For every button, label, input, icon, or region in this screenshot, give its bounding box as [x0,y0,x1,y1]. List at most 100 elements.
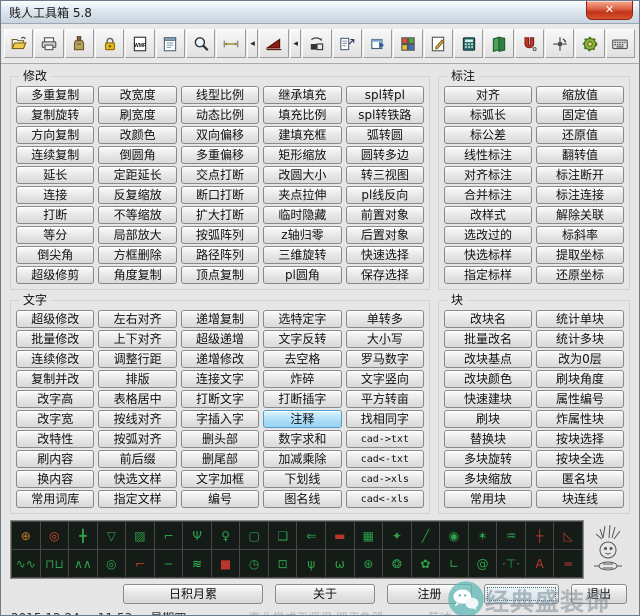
modify-col3-button-7[interactable]: 扩大打断 [180,206,260,224]
text-col5-button-9[interactable]: cad->xls [345,470,425,488]
linetype-cell-r2-13[interactable]: ⊛ [354,550,383,577]
linetype-cell-r2-11[interactable]: ψ [297,550,326,577]
modify-col4-button-4[interactable]: 矩形缩放 [263,146,342,164]
linetype-cell-r2-10[interactable]: ⊡ [268,550,297,577]
block-col1-button-6[interactable]: 刷块 [444,410,532,428]
modify-col4-button-5[interactable]: 改圆大小 [263,166,342,184]
dimension-col2-button-6[interactable]: 标注连接 [536,186,624,204]
notes-button[interactable] [155,29,185,58]
block-col1-button-1[interactable]: 改块名 [444,310,532,328]
modify-col2-button-5[interactable]: 定距延长 [98,166,177,184]
block-col2-button-5[interactable]: 属性编号 [536,390,624,408]
text-col4-button-2[interactable]: 文字反转 [263,330,342,348]
dimension-col1-button-3[interactable]: 标公差 [444,126,532,144]
ucs-rotate-button[interactable] [545,29,575,58]
dimension-col2-button-2[interactable]: 固定值 [536,106,624,124]
linetype-cell-r1-9[interactable]: ▢ [240,522,268,549]
dimension-col1-button-6[interactable]: 合并标注 [444,186,532,204]
text-col1-button-5[interactable]: 改字高 [16,390,95,408]
linetype-cell-r1-15[interactable]: ╱ [411,522,440,549]
text-col3-button-3[interactable]: 递增修改 [180,350,260,368]
modify-col4-button-2[interactable]: 填充比例 [263,106,342,124]
color-blocks-button[interactable] [393,29,423,58]
modify-col3-button-8[interactable]: 按弧阵列 [180,226,260,244]
linetype-cell-r1-13[interactable]: ▦ [354,522,383,549]
modify-col4-button-8[interactable]: z轴归零 [263,226,342,244]
linetype-cell-r2-8[interactable]: ■ [211,550,240,577]
linetype-cell-r2-14[interactable]: ❂ [383,550,411,577]
text-col4-button-9[interactable]: 下划线 [263,470,342,488]
modify-col1-button-3[interactable]: 方向复制 [16,126,95,144]
list-export-button[interactable] [332,29,363,58]
footer-button-3[interactable]: 注册 [387,584,472,604]
wmf-export-button[interactable]: WMF [125,29,155,58]
text-col1-button-2[interactable]: 批量修改 [16,330,95,348]
text-col5-button-7[interactable]: cad->txt [345,430,425,448]
linetype-cell-r1-18[interactable]: ♒ [497,522,525,549]
text-col5-button-10[interactable]: cad<-xls [345,490,425,508]
modify-col1-button-6[interactable]: 连接 [16,186,95,204]
text-col3-button-4[interactable]: 连接文字 [180,370,260,388]
block-col1-button-9[interactable]: 多块缩放 [444,470,532,488]
text-col3-button-10[interactable]: 编号 [180,490,260,508]
linetype-cell-r1-8[interactable]: ♀ [211,522,240,549]
modify-col1-button-5[interactable]: 延长 [16,166,95,184]
text-col2-button-3[interactable]: 调整行距 [98,350,177,368]
linetype-cell-r2-3[interactable]: ∧∧ [69,550,97,577]
calculator-button[interactable] [454,29,484,58]
modify-col5-button-9[interactable]: 快速选择 [345,246,425,264]
notebook-button[interactable] [484,29,514,58]
text-col4-button-5[interactable]: 打断插字 [263,390,342,408]
text-col5-button-8[interactable]: cad<-txt [345,450,425,468]
title-bar[interactable]: 贱人工具箱 5.8 ✕ [1,1,639,24]
linetype-cell-r2-19[interactable]: A [525,550,554,577]
text-col1-button-3[interactable]: 连续修改 [16,350,95,368]
footer-button-4[interactable] [484,584,559,604]
text-col1-button-8[interactable]: 刷内容 [16,450,95,468]
linetype-cell-r1-14[interactable]: ✦ [383,522,411,549]
modify-col2-button-10[interactable]: 角度复制 [98,266,177,284]
linetype-cell-r2-2[interactable]: ⊓⊔ [40,550,69,577]
footer-button-1[interactable]: 日积月累 [123,584,263,604]
modify-col2-button-2[interactable]: 刷宽度 [98,106,177,124]
text-col1-button-6[interactable]: 改字宽 [16,410,95,428]
text-col5-button-5[interactable]: 平方转亩 [345,390,425,408]
modify-col1-button-2[interactable]: 复制旋转 [16,106,95,124]
text-col4-button-6[interactable]: 注释 [263,410,342,428]
linetype-cell-r1-1[interactable]: ⊕ [12,522,40,549]
text-col4-button-8[interactable]: 加减乘除 [263,450,342,468]
text-col1-button-7[interactable]: 改特性 [16,430,95,448]
modify-col3-button-5[interactable]: 交点打断 [180,166,260,184]
text-col2-button-2[interactable]: 上下对齐 [98,330,177,348]
modify-col3-button-4[interactable]: 多重偏移 [180,146,260,164]
footer-button-2[interactable]: 关于 [275,584,375,604]
modify-col1-button-8[interactable]: 等分 [16,226,95,244]
open-file-button[interactable] [4,29,34,58]
magnet-osnap-button[interactable] [514,29,545,58]
text-col1-button-4[interactable]: 复制并改 [16,370,95,388]
modify-col4-button-7[interactable]: 临时隐藏 [263,206,342,224]
linetype-cell-r2-20[interactable]: ═ [554,550,582,577]
modify-col1-button-9[interactable]: 倒尖角 [16,246,95,264]
block-col1-button-10[interactable]: 常用块 [444,490,532,508]
linetype-cell-r2-12[interactable]: ω [326,550,354,577]
linetype-cell-r1-12[interactable]: ▬ [326,522,354,549]
text-col3-button-8[interactable]: 删尾部 [180,450,260,468]
dimension-col2-button-8[interactable]: 标斜率 [536,226,624,244]
text-col3-button-5[interactable]: 打断文字 [180,390,260,408]
block-col2-button-6[interactable]: 炸属性块 [536,410,624,428]
modify-col5-button-5[interactable]: 转三视图 [345,166,425,184]
text-col5-button-3[interactable]: 罗马数字 [345,350,425,368]
block-col1-button-2[interactable]: 批量改名 [444,330,532,348]
text-col2-button-10[interactable]: 指定文样 [98,490,177,508]
dimension-col2-button-1[interactable]: 缩放值 [536,86,624,104]
lock-button[interactable] [94,29,125,58]
move-blocks-button[interactable] [302,29,332,58]
text-col4-button-3[interactable]: 去空格 [263,350,342,368]
block-col1-button-4[interactable]: 改块颜色 [444,370,532,388]
dimension-col2-button-5[interactable]: 标注断开 [536,166,624,184]
modify-col1-button-10[interactable]: 超级修剪 [16,266,95,284]
linetype-cell-r1-11[interactable]: ⇐ [297,522,326,549]
block-col2-button-3[interactable]: 改为0层 [536,350,624,368]
text-col2-button-9[interactable]: 快选文样 [98,470,177,488]
